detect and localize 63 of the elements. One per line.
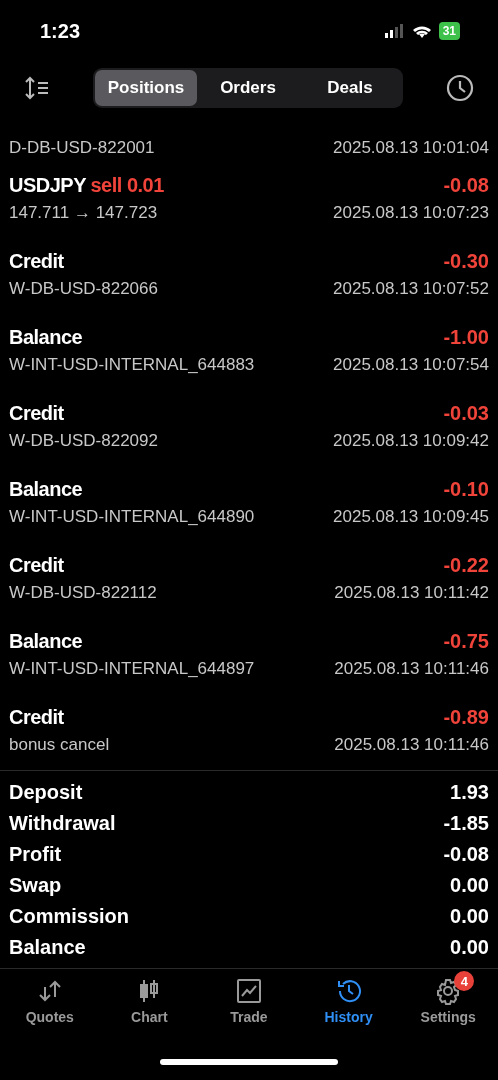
deal-amount: -0.75 [443, 629, 489, 653]
deal-date: 2025.08.13 10:01:04 [333, 138, 489, 158]
summary-value: 0.00 [450, 905, 489, 928]
deal-date: 2025.08.13 10:09:45 [333, 506, 489, 527]
segment-tab[interactable]: Orders [197, 70, 299, 106]
summary-label: Deposit [9, 781, 83, 804]
deal-title: Credit [9, 705, 64, 728]
sort-icon[interactable] [24, 76, 50, 100]
deal-title: USDJPY [9, 173, 87, 196]
deal-amount: -0.30 [443, 249, 489, 273]
deal-amount: -0.08 [443, 173, 489, 197]
deal-title: Balance [9, 629, 83, 652]
summary-label: Withdrawal [9, 812, 116, 835]
deal-date: 2025.08.13 10:09:42 [333, 430, 489, 451]
deal-date: 2025.08.13 10:07:52 [333, 278, 489, 299]
deal-amount: -0.89 [443, 705, 489, 729]
status-time: 1:23 [40, 19, 81, 43]
line-chart-icon [235, 977, 263, 1005]
summary-value: 0.00 [450, 874, 489, 897]
deal-date: 2025.08.13 10:11:42 [334, 582, 489, 603]
deal-action: sell 0.01 [90, 173, 164, 196]
deal-date: 2025.08.13 10:11:46 [334, 658, 489, 679]
deal-date: 2025.08.13 10:11:46 [334, 734, 489, 755]
segment-tab[interactable]: Deals [299, 70, 401, 106]
tab-bar-item[interactable]: History [298, 970, 399, 1044]
deal-amount: -0.10 [443, 477, 489, 501]
deal-amount: -1.00 [443, 325, 489, 349]
deal-title: Credit [9, 249, 64, 272]
deal-amount: -0.22 [443, 553, 489, 577]
tab-bar-item[interactable]: Settings 4 [398, 970, 498, 1044]
deal-comment: D-DB-USD-822001 [9, 138, 155, 158]
tab-bar-item[interactable]: Chart [99, 970, 200, 1044]
deal-comment: W-INT-USD-INTERNAL_644883 [9, 354, 255, 375]
deal-title: Balance [9, 325, 83, 348]
deal-amount: -0.03 [443, 401, 489, 425]
deal-title: Credit [9, 553, 64, 576]
tab-bar-item[interactable]: Trade [199, 970, 299, 1044]
clock-icon[interactable] [446, 74, 474, 102]
signal-icon [384, 24, 405, 38]
deal-title: Credit [9, 401, 64, 424]
deal-comment: W-DB-USD-822066 [9, 278, 158, 299]
deal-date: 2025.08.13 10:07:23 [333, 202, 489, 223]
deal-date: 2025.08.13 10:07:54 [333, 354, 489, 375]
summary-value: -0.08 [443, 843, 489, 866]
summary-label: Profit [9, 843, 62, 866]
summary-label: Commission [9, 905, 130, 928]
summary-value: 0.00 [450, 936, 489, 959]
notification-badge: 4 [454, 971, 475, 991]
deal-comment: 147.711 → 147.723 [9, 202, 158, 223]
deal-comment: W-DB-USD-822092 [9, 430, 158, 451]
segment-tab[interactable]: Positions [95, 70, 197, 106]
deal-title: Balance [9, 477, 83, 500]
deal-comment: bonus cancel [9, 734, 110, 755]
battery-level: 31 [438, 22, 460, 40]
deal-comment: W-INT-USD-INTERNAL_644890 [9, 506, 255, 527]
summary-value: 1.93 [450, 781, 489, 804]
summary-label: Balance [9, 936, 86, 959]
summary-value: -1.85 [443, 812, 489, 835]
deal-comment: W-INT-USD-INTERNAL_644897 [9, 658, 255, 679]
deal-comment: W-DB-USD-822112 [9, 582, 157, 603]
wifi-icon [411, 23, 432, 39]
summary-label: Swap [9, 874, 62, 897]
tab-bar-item[interactable]: Quotes [0, 970, 100, 1044]
